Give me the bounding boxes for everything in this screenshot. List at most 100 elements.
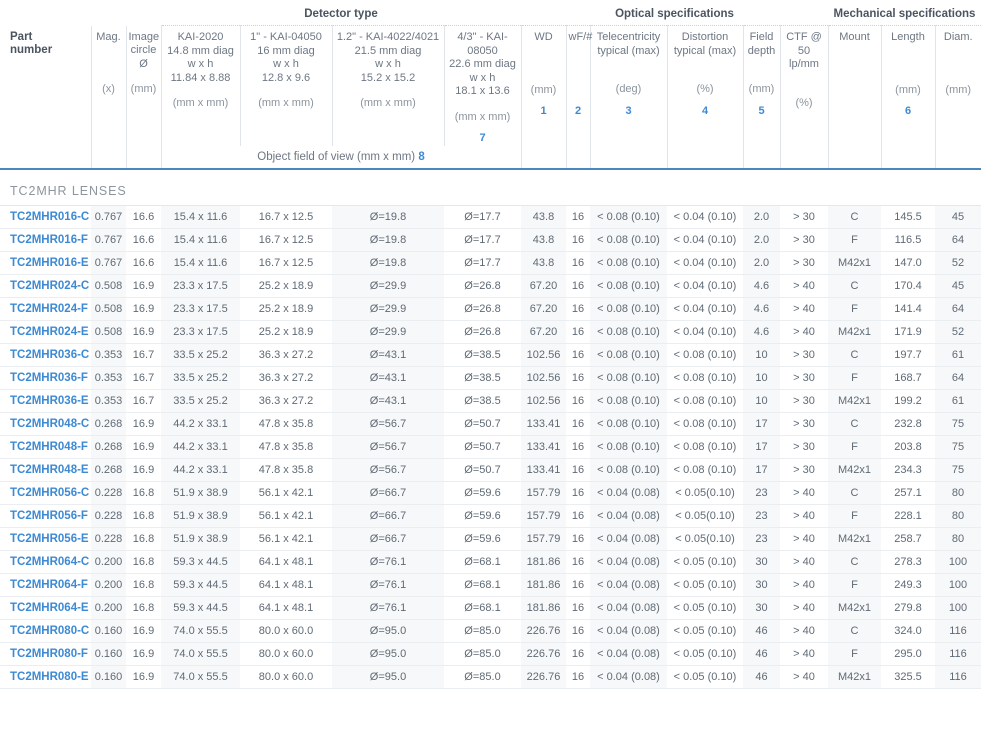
cell-telecen: < 0.04 (0.08) [590,527,667,550]
cell-mag: 0.200 [91,596,126,619]
cell-kai4022: Ø=95.0 [332,642,444,665]
cell-wfnum: 16 [566,297,590,320]
cell-diam: 80 [935,504,981,527]
part-number-link[interactable]: TC2MHR080-F [0,642,91,665]
cell-diam: 116 [935,619,981,642]
cell-depth: 4.6 [743,297,780,320]
cell-circle: 16.8 [126,527,161,550]
cell-ctf: > 40 [780,665,828,688]
telecentricity-line-1: Telecentricity [593,31,665,45]
cell-diam: 45 [935,205,981,228]
cell-mount: M42x1 [828,458,881,481]
cell-mag: 0.228 [91,481,126,504]
part-number-link[interactable]: TC2MHR048-C [0,412,91,435]
cell-kai4022: Ø=56.7 [332,458,444,481]
ctf-unit: (%) [783,97,826,111]
cell-telecen: < 0.08 (0.10) [590,297,667,320]
cell-kai08050: Ø=68.1 [444,550,521,573]
cell-length: 257.1 [881,481,935,504]
part-number-link[interactable]: TC2MHR064-F [0,573,91,596]
cell-mount: C [828,619,881,642]
part-number-link[interactable]: TC2MHR056-C [0,481,91,504]
part-number-link[interactable]: TC2MHR056-E [0,527,91,550]
cell-mag: 0.767 [91,205,126,228]
cell-kai08050: Ø=26.8 [444,274,521,297]
cell-wfnum: 16 [566,205,590,228]
cell-kai2020: 59.3 x 44.5 [161,550,240,573]
group-header-mechanical-specifications: Mechanical specifications [828,0,981,26]
part-number-link[interactable]: TC2MHR016-C [0,205,91,228]
footnote-marker-3[interactable]: 3 [593,105,665,119]
part-number-link[interactable]: TC2MHR016-E [0,251,91,274]
part-number-link[interactable]: TC2MHR016-F [0,228,91,251]
cell-kai04050: 80.0 x 60.0 [240,665,332,688]
part-number-link[interactable]: TC2MHR080-E [0,665,91,688]
footnote-marker-7[interactable]: 7 [447,132,519,146]
cell-kai2020: 51.9 x 38.9 [161,504,240,527]
cell-length: 325.5 [881,665,935,688]
footnote-marker-1[interactable]: 1 [524,105,564,119]
part-number-link[interactable]: TC2MHR048-F [0,435,91,458]
group-header-row: Detector type Optical specifications Mec… [0,0,981,26]
cell-mag: 0.508 [91,274,126,297]
footnote-marker-4[interactable]: 4 [670,105,741,119]
part-number-link[interactable]: TC2MHR056-F [0,504,91,527]
column-header-detector-kai-4022-4021: 1.2" - KAI-4022/4021 21.5 mm diag w x h … [332,26,444,146]
cell-kai4022: Ø=29.9 [332,320,444,343]
image-circle-line-1: Image [129,31,159,45]
part-number-link[interactable]: TC2MHR036-E [0,389,91,412]
kai4022-line-2: 21.5 mm diag [335,45,442,59]
cell-distort: < 0.05 (0.10) [667,596,743,619]
cell-depth: 23 [743,481,780,504]
cell-wd: 226.76 [521,619,566,642]
cell-mount: F [828,366,881,389]
footnote-marker-2[interactable]: 2 [569,105,588,119]
cell-wd: 181.86 [521,550,566,573]
ofv-spacer-mount [828,146,881,169]
part-number-link[interactable]: TC2MHR024-E [0,320,91,343]
table-row: TC2MHR016-F0.76716.615.4 x 11.616.7 x 12… [0,228,981,251]
footnote-marker-8[interactable]: 8 [418,151,424,163]
cell-length: 116.5 [881,228,935,251]
cell-telecen: < 0.08 (0.10) [590,366,667,389]
cell-wfnum: 16 [566,228,590,251]
cell-ctf: > 30 [780,228,828,251]
cell-kai08050: Ø=85.0 [444,665,521,688]
part-number-link[interactable]: TC2MHR080-C [0,619,91,642]
part-number-link[interactable]: TC2MHR036-F [0,366,91,389]
cell-distort: < 0.08 (0.10) [667,366,743,389]
cell-wd: 226.76 [521,642,566,665]
cell-kai08050: Ø=17.7 [444,251,521,274]
cell-depth: 17 [743,412,780,435]
table-row: TC2MHR080-E0.16016.974.0 x 55.580.0 x 60… [0,665,981,688]
part-number-link[interactable]: TC2MHR024-C [0,274,91,297]
cell-depth: 23 [743,504,780,527]
cell-depth: 17 [743,435,780,458]
column-header-detector-kai-04050: 1" - KAI-04050 16 mm diag w x h 12.8 x 9… [240,26,332,146]
cell-wfnum: 16 [566,412,590,435]
part-number-link[interactable]: TC2MHR064-C [0,550,91,573]
cell-telecen: < 0.04 (0.08) [590,573,667,596]
cell-telecen: < 0.08 (0.10) [590,320,667,343]
cell-ctf: > 30 [780,251,828,274]
cell-wd: 67.20 [521,274,566,297]
table-body: TC2MHR016-C0.76716.615.4 x 11.616.7 x 12… [0,205,981,688]
part-number-link[interactable]: TC2MHR064-E [0,596,91,619]
cell-ctf: > 40 [780,320,828,343]
table-row: TC2MHR048-E0.26816.944.2 x 33.147.8 x 35… [0,458,981,481]
cell-telecen: < 0.08 (0.10) [590,458,667,481]
part-number-link[interactable]: TC2MHR024-F [0,297,91,320]
part-number-link[interactable]: TC2MHR036-C [0,343,91,366]
kai2020-line-3: w x h [164,58,238,72]
cell-kai04050: 47.8 x 35.8 [240,435,332,458]
cell-ctf: > 40 [780,297,828,320]
footnote-marker-5[interactable]: 5 [746,105,778,119]
cell-distort: < 0.08 (0.10) [667,389,743,412]
field-depth-line-1: Field [746,31,778,45]
cell-kai2020: 74.0 x 55.5 [161,665,240,688]
cell-mag: 0.508 [91,320,126,343]
footnote-marker-6[interactable]: 6 [884,105,933,119]
cell-mag: 0.228 [91,527,126,550]
cell-kai04050: 47.8 x 35.8 [240,458,332,481]
part-number-link[interactable]: TC2MHR048-E [0,458,91,481]
